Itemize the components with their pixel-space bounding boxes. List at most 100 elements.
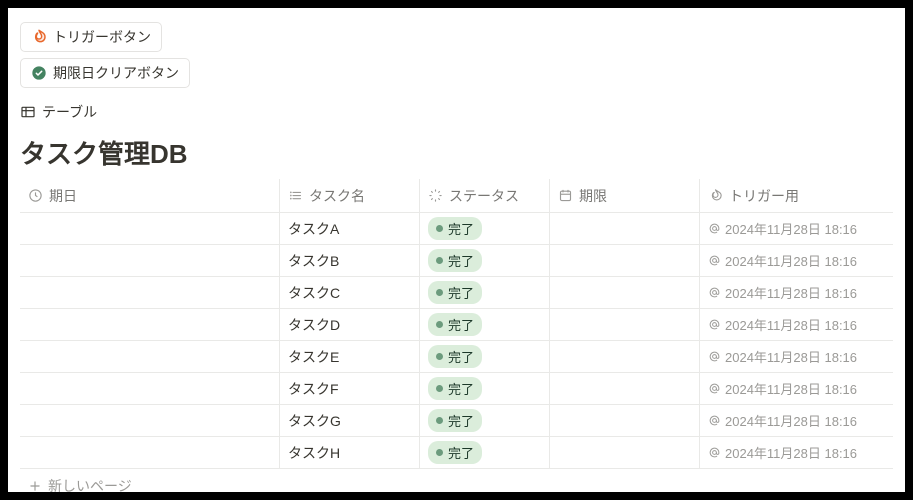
cell-status[interactable]: 完了 [420, 213, 550, 244]
cell-trigger[interactable]: 2024年11月28日 18:16 [700, 405, 890, 436]
task-name-value: タスクB [288, 251, 339, 271]
view-tab-table[interactable]: テーブル [20, 102, 893, 122]
table-row[interactable]: タスクE 完了 2024年11月28日 18:16 [20, 341, 893, 373]
cell-trigger[interactable]: 2024年11月28日 18:16 [700, 309, 890, 340]
cell-task-name[interactable]: タスクF [280, 373, 420, 404]
cell-task-name[interactable]: タスクE [280, 341, 420, 372]
table-row[interactable]: タスクB 完了 2024年11月28日 18:16 [20, 245, 893, 277]
status-dot-icon [436, 257, 443, 264]
task-name-value: タスクG [288, 411, 341, 431]
cell-trigger[interactable]: 2024年11月28日 18:16 [700, 277, 890, 308]
cell-due-date[interactable] [20, 341, 280, 372]
new-page-row[interactable]: 新しいページ [20, 469, 893, 500]
table-row[interactable]: タスクH 完了 2024年11月28日 18:16 [20, 437, 893, 469]
status-badge: 完了 [428, 281, 482, 304]
column-header-due-date[interactable]: 期日 [20, 179, 280, 212]
cell-status[interactable]: 完了 [420, 309, 550, 340]
trigger-timestamp: 2024年11月28日 18:16 [725, 219, 857, 238]
cell-task-name[interactable]: タスクA [280, 213, 420, 244]
column-header-trigger[interactable]: トリガー用 [700, 179, 890, 212]
cell-task-name[interactable]: タスクB [280, 245, 420, 276]
status-label: 完了 [448, 219, 474, 238]
column-header-task-name[interactable]: タスク名 [280, 179, 420, 212]
at-icon [708, 318, 721, 331]
cell-deadline[interactable] [550, 245, 700, 276]
task-name-value: タスクC [288, 283, 340, 303]
at-icon [708, 414, 721, 427]
cell-due-date[interactable] [20, 373, 280, 404]
cell-deadline[interactable] [550, 373, 700, 404]
cell-due-date[interactable] [20, 245, 280, 276]
column-header-label: 期日 [49, 186, 77, 206]
cell-deadline[interactable] [550, 277, 700, 308]
app-frame: トリガーボタン 期限日クリアボタン テーブル タスク管理DB 期日 タスク名 ス… [0, 0, 913, 500]
trigger-timestamp: 2024年11月28日 18:16 [725, 411, 857, 430]
cell-status[interactable]: 完了 [420, 437, 550, 468]
status-icon [428, 188, 443, 203]
cell-due-date[interactable] [20, 309, 280, 340]
clear-due-button-label: 期限日クリアボタン [53, 63, 179, 83]
new-page-label: 新しいページ [48, 476, 132, 496]
status-label: 完了 [448, 315, 474, 334]
task-name-value: タスクD [288, 315, 340, 335]
cell-trigger[interactable]: 2024年11月28日 18:16 [700, 341, 890, 372]
cell-status[interactable]: 完了 [420, 277, 550, 308]
cell-trigger[interactable]: 2024年11月28日 18:16 [700, 245, 890, 276]
table-row[interactable]: タスクF 完了 2024年11月28日 18:16 [20, 373, 893, 405]
cell-task-name[interactable]: タスクD [280, 309, 420, 340]
cell-task-name[interactable]: タスクH [280, 437, 420, 468]
cell-deadline[interactable] [550, 309, 700, 340]
plus-icon [28, 479, 42, 493]
cell-due-date[interactable] [20, 405, 280, 436]
table-row[interactable]: タスクG 完了 2024年11月28日 18:16 [20, 405, 893, 437]
status-label: 完了 [448, 443, 474, 462]
cell-deadline[interactable] [550, 341, 700, 372]
table-row[interactable]: タスクA 完了 2024年11月28日 18:16 [20, 213, 893, 245]
table-icon [20, 104, 36, 120]
at-icon [708, 222, 721, 235]
cell-deadline[interactable] [550, 213, 700, 244]
trigger-button[interactable]: トリガーボタン [20, 22, 162, 52]
table-row[interactable]: タスクD 完了 2024年11月28日 18:16 [20, 309, 893, 341]
cell-trigger[interactable]: 2024年11月28日 18:16 [700, 213, 890, 244]
cell-deadline[interactable] [550, 405, 700, 436]
status-label: 完了 [448, 379, 474, 398]
top-buttons: トリガーボタン 期限日クリアボタン [20, 22, 893, 88]
status-dot-icon [436, 321, 443, 328]
cell-due-date[interactable] [20, 277, 280, 308]
column-header-label: タスク名 [309, 186, 365, 206]
table-row[interactable]: タスクC 完了 2024年11月28日 18:16 [20, 277, 893, 309]
database-title[interactable]: タスク管理DB [20, 134, 893, 171]
cell-status[interactable]: 完了 [420, 245, 550, 276]
column-header-status[interactable]: ステータス [420, 179, 550, 212]
cell-status[interactable]: 完了 [420, 373, 550, 404]
at-icon [708, 382, 721, 395]
status-dot-icon [436, 225, 443, 232]
at-icon [708, 254, 721, 267]
cell-trigger[interactable]: 2024年11月28日 18:16 [700, 373, 890, 404]
view-tab-label: テーブル [42, 102, 97, 122]
cell-status[interactable]: 完了 [420, 405, 550, 436]
status-dot-icon [436, 417, 443, 424]
trigger-timestamp: 2024年11月28日 18:16 [725, 251, 857, 270]
task-name-value: タスクE [288, 347, 339, 367]
clear-due-button[interactable]: 期限日クリアボタン [20, 58, 190, 88]
column-header-deadline[interactable]: 期限 [550, 179, 700, 212]
task-name-value: タスクA [288, 219, 339, 239]
cell-trigger[interactable]: 2024年11月28日 18:16 [700, 437, 890, 468]
status-badge: 完了 [428, 313, 482, 336]
cell-due-date[interactable] [20, 437, 280, 468]
at-icon [708, 350, 721, 363]
cell-task-name[interactable]: タスクC [280, 277, 420, 308]
status-label: 完了 [448, 411, 474, 430]
status-label: 完了 [448, 251, 474, 270]
cell-status[interactable]: 完了 [420, 341, 550, 372]
cell-deadline[interactable] [550, 437, 700, 468]
status-label: 完了 [448, 347, 474, 366]
cell-task-name[interactable]: タスクG [280, 405, 420, 436]
cell-due-date[interactable] [20, 213, 280, 244]
database-table: 期日 タスク名 ステータス 期限 トリガー用 タスクA [20, 179, 893, 500]
check-circle-icon [31, 65, 47, 81]
status-badge: 完了 [428, 441, 482, 464]
fire-icon [31, 29, 47, 45]
